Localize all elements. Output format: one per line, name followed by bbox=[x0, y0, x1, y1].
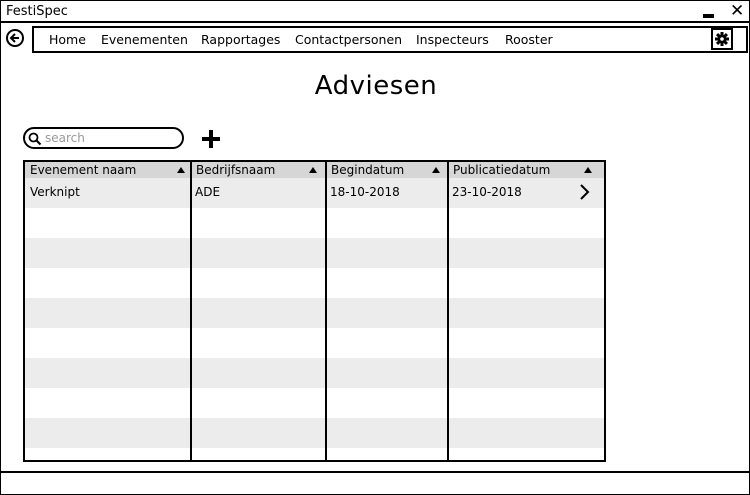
adviezen-table: Evenement naam Bedrijfsnaam Begindatum P… bbox=[23, 160, 606, 462]
sort-ascending-icon[interactable] bbox=[432, 167, 440, 173]
back-arrow-icon bbox=[9, 33, 19, 43]
add-button[interactable] bbox=[199, 127, 223, 151]
gear-icon bbox=[715, 32, 729, 46]
nav-item-contactpersonen[interactable]: Contactpersonen bbox=[295, 32, 402, 47]
column-header-begindatum[interactable]: Begindatum bbox=[326, 162, 448, 178]
nav-item-rapportages[interactable]: Rapportages bbox=[201, 32, 280, 47]
column-header-bedrijfsnaam[interactable]: Bedrijfsnaam bbox=[191, 162, 326, 178]
table-row bbox=[25, 298, 604, 328]
table-row bbox=[25, 208, 604, 238]
search-icon bbox=[28, 132, 42, 146]
chevron-right-icon[interactable] bbox=[578, 184, 590, 200]
minimize-icon[interactable] bbox=[703, 14, 714, 18]
sort-ascending-icon[interactable] bbox=[177, 167, 185, 173]
column-divider bbox=[325, 162, 327, 460]
table-row bbox=[25, 328, 604, 358]
status-bar bbox=[1, 471, 749, 494]
title-bar: FestiSpec ✕ bbox=[1, 1, 749, 23]
app-title: FestiSpec bbox=[6, 4, 68, 19]
page-title: Adviesen bbox=[314, 71, 438, 101]
column-header-publicatiedatum[interactable]: Publicatiedatum bbox=[448, 162, 604, 178]
main-navigation: Home Evenementen Rapportages Contactpers… bbox=[32, 26, 748, 53]
column-divider bbox=[447, 162, 449, 460]
table-row bbox=[25, 358, 604, 388]
nav-item-evenementen[interactable]: Evenementen bbox=[101, 32, 188, 47]
search-box[interactable] bbox=[23, 127, 184, 149]
cell-evenement-naam: Verknipt bbox=[30, 185, 80, 199]
back-button[interactable] bbox=[6, 29, 24, 47]
sort-ascending-icon[interactable] bbox=[584, 167, 592, 173]
cell-publicatiedatum: 23-10-2018 bbox=[452, 185, 522, 199]
settings-button[interactable] bbox=[711, 28, 733, 50]
close-icon[interactable]: ✕ bbox=[730, 1, 744, 21]
nav-item-inspecteurs[interactable]: Inspecteurs bbox=[416, 32, 489, 47]
sort-ascending-icon[interactable] bbox=[309, 167, 317, 173]
table-header: Evenement naam Bedrijfsnaam Begindatum P… bbox=[25, 162, 604, 178]
table-row bbox=[25, 268, 604, 298]
app-window: FestiSpec ✕ Home Evenementen Rapportages… bbox=[0, 0, 750, 495]
table-row bbox=[25, 238, 604, 268]
table-row bbox=[25, 418, 604, 448]
table-row bbox=[25, 448, 604, 460]
nav-item-home[interactable]: Home bbox=[49, 32, 86, 47]
cell-begindatum: 18-10-2018 bbox=[330, 185, 400, 199]
column-divider bbox=[190, 162, 192, 460]
table-row[interactable]: Verknipt ADE 18-10-2018 23-10-2018 bbox=[25, 178, 604, 208]
search-input[interactable] bbox=[45, 130, 175, 146]
column-header-evenement-naam[interactable]: Evenement naam bbox=[25, 162, 191, 178]
cell-bedrijfsnaam: ADE bbox=[195, 185, 221, 199]
table-row bbox=[25, 388, 604, 418]
nav-item-rooster[interactable]: Rooster bbox=[505, 32, 553, 47]
